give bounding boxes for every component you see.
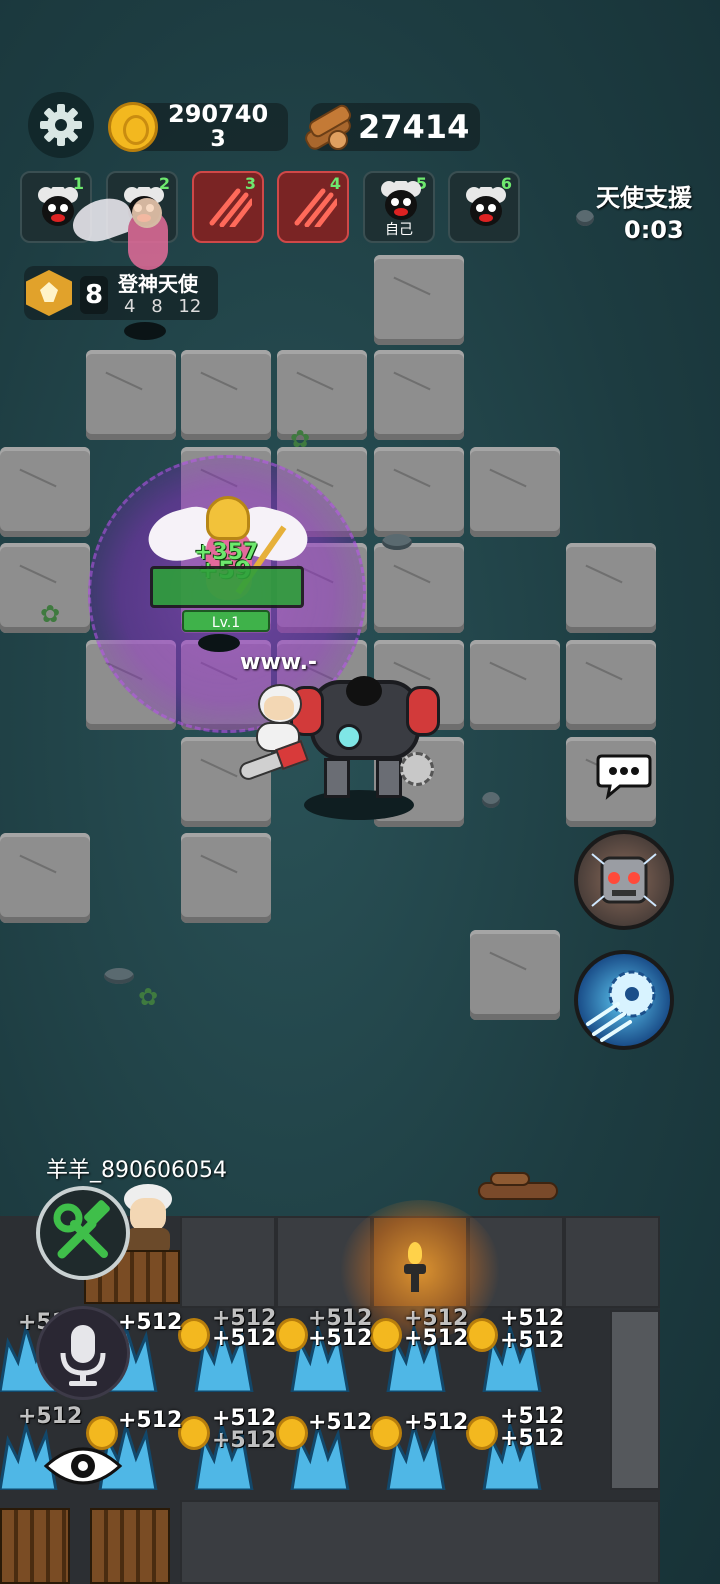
log-icon <box>300 102 354 153</box>
coin-icon <box>276 1416 308 1450</box>
player-slot-5[interactable]: 5 自己 <box>363 171 435 243</box>
harvest-amount: +512 <box>18 1404 83 1429</box>
robot-skill-button[interactable] <box>574 830 674 930</box>
slot-sub-label: 自己 <box>385 222 413 238</box>
sheep-avatar-icon <box>466 187 506 226</box>
gear-icon <box>40 104 82 146</box>
coin-icon <box>370 1318 402 1352</box>
coin-icon <box>108 102 158 152</box>
log-pile-icon <box>478 1170 562 1206</box>
robot-face-icon <box>591 853 657 907</box>
harvest-amount: +512 <box>500 1328 565 1353</box>
settings-button[interactable] <box>28 92 94 158</box>
wall-block <box>610 1310 660 1490</box>
harvest-amount: +512 <box>308 1326 373 1351</box>
plant-icon: ✿ <box>138 983 159 1011</box>
chat-button[interactable] <box>596 750 652 800</box>
gold-amount-line1: 290740 <box>168 100 269 128</box>
player-slot-4[interactable]: 4 <box>277 171 349 243</box>
gate <box>0 1508 70 1584</box>
coin-icon <box>178 1318 210 1352</box>
sheep-avatar-icon <box>381 181 421 220</box>
rock <box>482 792 500 808</box>
coin-icon <box>276 1318 308 1352</box>
wall-block <box>180 1500 660 1584</box>
angel-level-badge: Lv.1 <box>182 610 270 632</box>
unit-shadow <box>124 322 166 340</box>
harvest-amount: +512 <box>500 1426 565 1451</box>
saw-skill-button[interactable] <box>574 950 674 1050</box>
coin-icon <box>466 1318 498 1352</box>
wall-block <box>564 1216 660 1308</box>
wall-block <box>180 1216 276 1308</box>
gold-amount-line2: 3 <box>210 127 226 152</box>
eye-icon <box>43 1447 123 1485</box>
gate <box>90 1508 170 1584</box>
microphone-icon <box>60 1325 106 1386</box>
build-tools-button[interactable] <box>36 1186 130 1280</box>
plant-icon: ✿ <box>40 600 61 628</box>
view-toggle-button[interactable] <box>40 1436 126 1496</box>
speech-bubble-icon <box>596 754 652 800</box>
angel-support-timer: 0:03 <box>624 216 684 244</box>
harvest-amount: +512 <box>404 1326 469 1351</box>
claw-slash-icon <box>294 188 337 227</box>
voice-chat-button[interactable] <box>36 1306 130 1400</box>
harvest-amount: +512 <box>118 1310 183 1335</box>
plant-icon: ✿ <box>290 425 311 453</box>
wood-amount: 27414 <box>358 108 470 146</box>
coin-icon <box>178 1416 210 1450</box>
rock <box>382 534 412 550</box>
rock <box>576 210 594 226</box>
unit-shadow <box>198 634 240 652</box>
harvest-amount: +512 <box>212 1428 277 1453</box>
coin-icon <box>466 1416 498 1450</box>
harvest-amount: +512 <box>212 1326 277 1351</box>
saw-blade-icon <box>586 970 656 1042</box>
torch-icon <box>402 1242 428 1292</box>
rock <box>104 968 134 984</box>
harvest-amount: +512 <box>308 1410 373 1435</box>
player-slot-6[interactable]: 6 <box>448 171 520 243</box>
hammer-wrench-icon <box>53 1200 110 1259</box>
harvest-amount: +512 <box>118 1408 183 1433</box>
angel-health-bar <box>150 566 304 608</box>
harvest-amount: +512 <box>404 1410 469 1435</box>
coin-icon <box>370 1416 402 1450</box>
sheep-chainsaw-unit[interactable] <box>236 680 318 790</box>
player-name: 羊羊_890606054 <box>46 1158 227 1183</box>
angel-unit-small <box>66 190 212 300</box>
angel-support-title: 天使支援 <box>596 184 692 212</box>
claw-slash-icon <box>209 188 252 227</box>
